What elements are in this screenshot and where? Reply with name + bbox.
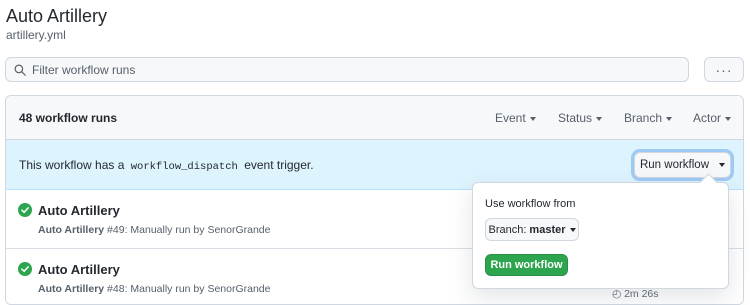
branch-value: master: [529, 223, 566, 236]
banner-suffix: event trigger.: [244, 158, 314, 172]
branch-prefix: Branch:: [488, 223, 527, 236]
search-icon: [14, 64, 26, 76]
filter-branch[interactable]: Branch: [624, 111, 673, 125]
run-meta: Auto Artillery #49: Manually run by Seno…: [38, 224, 270, 236]
filter-actor-label: Actor: [693, 111, 722, 125]
run-workflow-name: Auto Artillery: [38, 224, 105, 236]
filter-event-label: Event: [495, 111, 526, 125]
banner-code: workflow_dispatch: [130, 161, 238, 173]
branch-select-button[interactable]: Branch: master: [485, 218, 579, 241]
run-workflow-name: Auto Artillery: [38, 283, 105, 295]
check-circle-icon: [18, 203, 32, 217]
filter-event[interactable]: Event: [495, 111, 536, 125]
run-detail: #49: Manually run by SenorGrande: [107, 224, 271, 236]
banner-text: This workflow has a workflow_dispatch ev…: [19, 158, 314, 173]
run-duration: ◴ 2m 26s: [612, 288, 659, 300]
filter-actor[interactable]: Actor: [693, 111, 732, 125]
run-workflow-popover: Use workflow from Branch: master Run wor…: [472, 173, 729, 289]
chevron-down-icon: [666, 116, 673, 121]
runs-count: 48 workflow runs: [19, 111, 118, 125]
chevron-down-icon: [596, 116, 603, 121]
chevron-down-icon: [725, 116, 732, 121]
use-workflow-from-label: Use workflow from: [485, 198, 576, 210]
run-meta: Auto Artillery #48: Manually run by Seno…: [38, 283, 270, 295]
chevron-down-icon: [529, 116, 536, 121]
banner-prefix: This workflow has a: [19, 158, 125, 172]
more-options-button[interactable]: ···: [704, 57, 744, 82]
kebab-horizontal-icon: ···: [715, 61, 733, 78]
run-title[interactable]: Auto Artillery: [38, 262, 120, 277]
filter-branch-label: Branch: [624, 111, 663, 125]
filter-status-label: Status: [558, 111, 593, 125]
run-workflow-label: Run workflow: [639, 159, 710, 171]
filter-status[interactable]: Status: [558, 111, 603, 125]
run-workflow-submit-button[interactable]: Run workflow: [485, 254, 568, 276]
page-title: Auto Artillery: [6, 6, 108, 26]
search-input[interactable]: [32, 58, 672, 81]
runs-header: 48 workflow runs Event Status Branch Act…: [6, 96, 743, 140]
run-detail: #48: Manually run by SenorGrande: [107, 283, 271, 295]
check-circle-icon: [18, 262, 32, 276]
run-workflow-dropdown-button[interactable]: Run workflow: [634, 152, 731, 178]
chevron-down-icon: [569, 227, 576, 232]
run-title[interactable]: Auto Artillery: [38, 203, 120, 218]
chevron-down-icon: [719, 163, 726, 167]
workflow-file-link[interactable]: artillery.yml: [6, 28, 66, 42]
search-box[interactable]: [5, 57, 689, 82]
run-duration-value: 2m 26s: [624, 288, 659, 300]
